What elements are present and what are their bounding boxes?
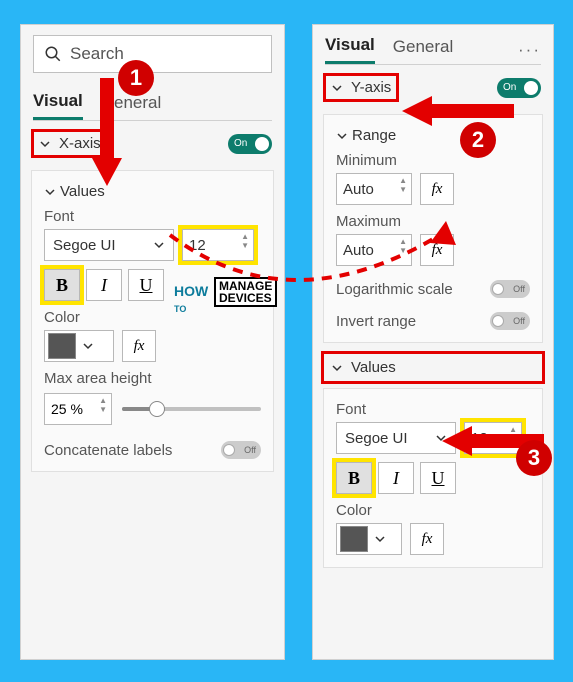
toggle-knob [524,81,538,95]
italic-button[interactable]: I [378,462,414,494]
fx-button[interactable]: fx [122,330,156,362]
annotation-badge-1: 1 [118,60,154,96]
italic-button[interactable]: I [86,269,122,301]
stepper-icon[interactable]: ▲▼ [99,396,107,414]
color-swatch [48,333,76,359]
toggle-knob [223,444,235,456]
tab-general[interactable]: General [393,37,453,63]
more-menu[interactable]: ··· [518,40,541,60]
concat-toggle[interactable]: Off [221,441,261,459]
underline-button[interactable]: U [420,462,456,494]
tab-visual[interactable]: Visual [33,91,83,120]
range-header[interactable]: Range [336,127,530,144]
values-header[interactable]: Values [44,183,261,200]
color-label: Color [336,502,530,519]
chevron-down-icon [336,130,348,142]
tabs: Visual General ··· [313,35,553,64]
fx-button[interactable]: fx [420,173,454,205]
slider-handle[interactable] [149,401,165,417]
chevron-down-icon [331,82,343,94]
annotation-arrow-1 [92,78,122,188]
section-xaxis[interactable]: X-axis On [21,121,284,166]
annotation-arrow-2 [398,96,518,126]
tabs: Visual General [21,91,284,120]
color-swatch [340,526,368,552]
fx-button[interactable]: fx [410,523,444,555]
bold-button[interactable]: B [336,462,372,494]
concat-label: Concatenate labels [44,442,172,459]
color-picker[interactable] [336,523,402,555]
values-card-right: Font Segoe UI 12 ▲▼ B I U Color [323,388,543,568]
chevron-down-icon [374,533,386,545]
annotation-badge-2: 2 [460,122,496,158]
chevron-down-icon [331,362,343,374]
font-label: Font [336,401,530,418]
invert-toggle[interactable]: Off [490,312,530,330]
yaxis-label: Y-axis [351,79,391,96]
bold-button[interactable]: B [44,269,80,301]
max-area-label: Max area height [44,370,261,387]
chevron-down-icon [44,186,56,198]
color-picker[interactable] [44,330,114,362]
chevron-down-icon [82,340,94,352]
annotation-curved-arrow [150,215,470,325]
toggle-knob [255,137,269,151]
format-panel-left: Search Visual General X-axis On Values F… [20,24,285,660]
annotation-badge-3: 3 [516,440,552,476]
log-toggle[interactable]: Off [490,280,530,298]
search-icon [44,45,62,63]
max-area-input[interactable]: 25 % ▲▼ [44,393,112,425]
chevron-down-icon [39,138,51,150]
search-placeholder: Search [70,44,124,64]
min-input[interactable]: Auto ▲▼ [336,173,412,205]
stepper-icon[interactable]: ▲▼ [399,176,407,194]
tab-visual[interactable]: Visual [325,35,375,64]
yaxis-toggle[interactable]: On [497,78,541,98]
max-area-slider[interactable] [122,407,261,411]
xaxis-toggle[interactable]: On [228,134,272,154]
values-header-right[interactable]: Values [323,353,543,382]
search-input[interactable]: Search [33,35,272,73]
min-label: Minimum [336,152,530,169]
